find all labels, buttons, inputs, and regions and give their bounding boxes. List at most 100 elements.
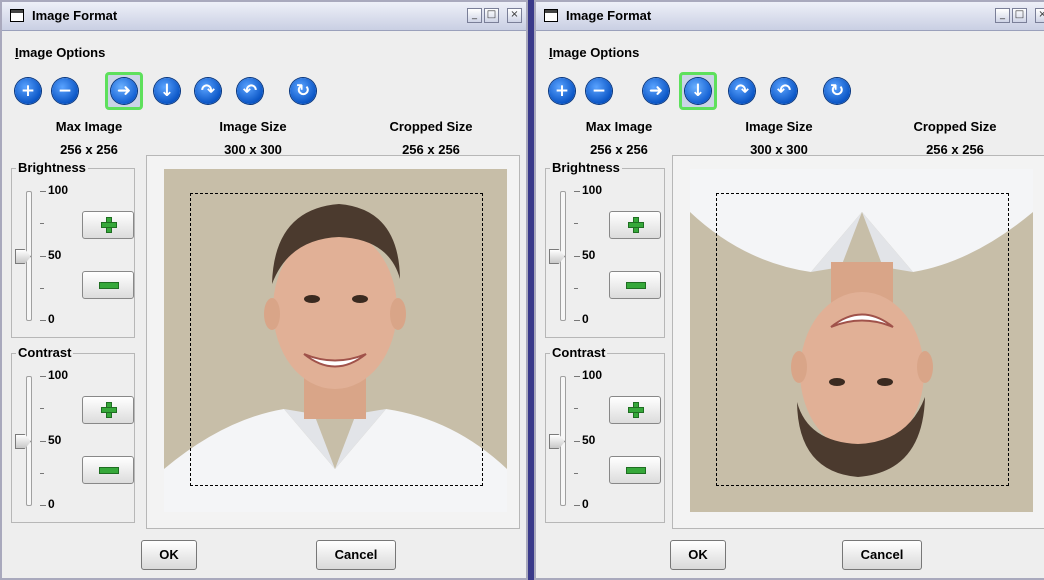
brightness-max-label: 100	[582, 183, 603, 197]
max-image-label: Max Image	[585, 119, 653, 134]
image-preview-panel	[672, 155, 1044, 529]
rotate-right-icon[interactable]: ➜	[111, 78, 137, 104]
tick	[574, 320, 580, 321]
contrast-max-label: 100	[582, 368, 603, 382]
ok-button[interactable]: OK	[670, 540, 726, 570]
tick	[40, 473, 44, 474]
brightness-increase-button[interactable]	[609, 211, 661, 239]
tick	[574, 505, 580, 506]
window-title: Image Format	[566, 8, 652, 23]
tick	[40, 191, 46, 192]
window-title: Image Format	[32, 8, 118, 23]
rotate-down-icon[interactable]: ↓	[154, 78, 180, 104]
close-icon[interactable]: ×	[507, 8, 522, 23]
brightness-group: Brightness 100 50 0	[11, 160, 135, 338]
max-image-label: Max Image	[55, 119, 123, 134]
maximize-icon[interactable]: □	[1012, 8, 1027, 23]
window-icon	[10, 9, 24, 22]
tick	[40, 376, 46, 377]
contrast-increase-button[interactable]	[82, 396, 134, 424]
tick	[40, 441, 46, 442]
title-bar[interactable]: Image Format _ □ ×	[2, 2, 526, 31]
image-format-window-right: Image Format _ □ × Image Options + − ➜ ↓…	[534, 0, 1044, 580]
tick	[40, 320, 46, 321]
max-image-value: 256 x 256	[60, 142, 118, 157]
crop-rectangle[interactable]	[190, 193, 483, 486]
tick	[40, 223, 44, 224]
tick	[574, 441, 580, 442]
ok-button[interactable]: OK	[141, 540, 197, 570]
minus-icon	[626, 282, 646, 289]
tick	[40, 505, 46, 506]
plus-icon	[628, 402, 644, 418]
flip-icon[interactable]: ↷	[729, 78, 755, 104]
tick	[40, 288, 44, 289]
menu-image-options[interactable]: Image Options	[15, 45, 105, 60]
minus-icon	[626, 467, 646, 474]
reset-icon[interactable]: ↻	[824, 78, 850, 104]
image-preview-panel	[146, 155, 520, 529]
image-size-label: Image Size	[745, 119, 813, 134]
cropped-size-label: Cropped Size	[913, 119, 997, 134]
reset-icon[interactable]: ↻	[290, 78, 316, 104]
minimize-icon[interactable]: _	[995, 8, 1010, 23]
contrast-mid-label: 50	[582, 433, 596, 447]
tick	[40, 408, 44, 409]
contrast-min-label: 0	[582, 497, 589, 511]
brightness-min-label: 0	[48, 312, 55, 326]
rotate-right-icon[interactable]: ➜	[643, 78, 669, 104]
title-bar[interactable]: Image Format _ □ ×	[536, 2, 1044, 31]
tick	[574, 256, 580, 257]
contrast-min-label: 0	[48, 497, 55, 511]
minus-icon	[99, 467, 119, 474]
contrast-group: Contrast 100 50 0	[11, 345, 135, 523]
cropped-size-label: Cropped Size	[389, 119, 473, 134]
rotate-down-icon[interactable]: ↓	[685, 78, 711, 104]
maximize-icon[interactable]: □	[484, 8, 499, 23]
image-format-window-left: Image Format _ □ × Image Options + − ➜ ↓…	[0, 0, 528, 580]
zoom-in-icon[interactable]: +	[549, 78, 575, 104]
plus-icon	[628, 217, 644, 233]
portrait-photo	[690, 169, 1033, 512]
undo-icon[interactable]: ↶	[771, 78, 797, 104]
contrast-label: Contrast	[16, 345, 74, 360]
zoom-in-icon[interactable]: +	[15, 78, 41, 104]
tick	[574, 473, 578, 474]
contrast-max-label: 100	[48, 368, 69, 382]
minimize-icon[interactable]: _	[467, 8, 482, 23]
crop-rectangle[interactable]	[716, 193, 1009, 486]
brightness-group: Brightness 100 50 0	[545, 160, 665, 338]
contrast-decrease-button[interactable]	[609, 456, 661, 484]
cancel-button[interactable]: Cancel	[316, 540, 396, 570]
plus-icon	[101, 217, 117, 233]
contrast-decrease-button[interactable]	[82, 456, 134, 484]
tick	[574, 376, 580, 377]
max-image-value: 256 x 256	[590, 142, 648, 157]
brightness-label: Brightness	[550, 160, 622, 175]
tick	[574, 288, 578, 289]
brightness-mid-label: 50	[48, 248, 62, 262]
tick	[574, 408, 578, 409]
brightness-mid-label: 50	[582, 248, 596, 262]
brightness-decrease-button[interactable]	[609, 271, 661, 299]
tick	[574, 223, 578, 224]
zoom-out-icon[interactable]: −	[52, 78, 78, 104]
close-icon[interactable]: ×	[1035, 8, 1044, 23]
brightness-increase-button[interactable]	[82, 211, 134, 239]
contrast-group: Contrast 100 50 0	[545, 345, 665, 523]
undo-icon[interactable]: ↶	[237, 78, 263, 104]
image-size-label: Image Size	[219, 119, 287, 134]
window-icon	[544, 9, 558, 22]
flip-icon[interactable]: ↷	[195, 78, 221, 104]
plus-icon	[101, 402, 117, 418]
portrait-photo	[164, 169, 507, 512]
brightness-decrease-button[interactable]	[82, 271, 134, 299]
contrast-increase-button[interactable]	[609, 396, 661, 424]
menu-image-options[interactable]: Image Options	[549, 45, 639, 60]
minus-icon	[99, 282, 119, 289]
zoom-out-icon[interactable]: −	[586, 78, 612, 104]
brightness-max-label: 100	[48, 183, 69, 197]
tick	[574, 191, 580, 192]
contrast-mid-label: 50	[48, 433, 62, 447]
cancel-button[interactable]: Cancel	[842, 540, 922, 570]
